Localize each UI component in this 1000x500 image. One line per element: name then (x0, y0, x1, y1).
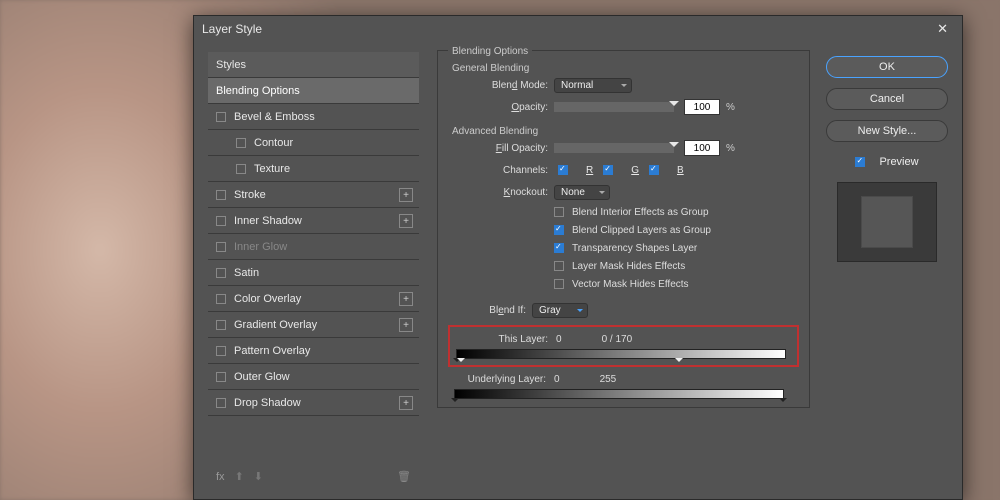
blend-if-this-layer-group: This Layer: 00 / 170 (448, 325, 799, 367)
style-item-gradient-overlay[interactable]: Gradient Overlay + (208, 312, 419, 338)
style-item-outer-glow[interactable]: Outer Glow (208, 364, 419, 390)
under-white-handle[interactable] (779, 398, 787, 406)
preview-swatch (837, 182, 937, 262)
advanced-blending-legend: Advanced Blending (448, 126, 799, 137)
layer-mask-hides-checkbox[interactable] (554, 261, 564, 271)
blend-mode-select[interactable]: Normal (554, 78, 632, 93)
style-item-inner-glow[interactable]: Inner Glow (208, 234, 419, 260)
style-item-texture[interactable]: Texture (208, 156, 419, 182)
style-checkbox[interactable] (236, 164, 246, 174)
style-item-bevel-emboss[interactable]: Bevel & Emboss (208, 104, 419, 130)
preview-checkbox[interactable] (855, 157, 865, 167)
opacity-pct: % (726, 102, 735, 113)
style-checkbox[interactable] (216, 190, 226, 200)
style-item-label: Color Overlay (234, 293, 301, 305)
style-item-label: Contour (254, 137, 293, 149)
style-item-label: Texture (254, 163, 290, 175)
trash-icon[interactable]: 🗑 (397, 470, 411, 483)
style-item-label: Bevel & Emboss (234, 111, 315, 123)
style-checkbox[interactable] (216, 268, 226, 278)
style-item-label: Outer Glow (234, 371, 290, 383)
style-checkbox[interactable] (216, 216, 226, 226)
blend-interior-checkbox[interactable] (554, 207, 564, 217)
vector-mask-hides-checkbox[interactable] (554, 279, 564, 289)
channel-r-checkbox[interactable] (558, 165, 568, 175)
fx-menu-icon[interactable]: fx (216, 471, 225, 483)
titlebar[interactable]: Layer Style ✕ (194, 16, 962, 42)
channel-b-checkbox[interactable] (649, 165, 659, 175)
style-checkbox[interactable] (216, 294, 226, 304)
style-checkbox[interactable] (216, 320, 226, 330)
dialog-buttons: OK Cancel New Style... Preview (822, 42, 962, 499)
style-item-stroke[interactable]: Stroke + (208, 182, 419, 208)
styles-sidebar: Styles Blending Options Bevel & Emboss Cont… (194, 42, 419, 499)
style-checkbox[interactable] (216, 372, 226, 382)
layer-style-dialog: Layer Style ✕ Styles Blending Options Beve… (193, 15, 963, 500)
under-black-handle[interactable] (451, 398, 459, 406)
cancel-button[interactable]: Cancel (826, 88, 948, 110)
style-item-drop-shadow[interactable]: Drop Shadow + (208, 390, 419, 416)
add-effect-icon[interactable]: + (399, 214, 413, 228)
styles-header[interactable]: Styles (208, 52, 419, 78)
style-checkbox[interactable] (236, 138, 246, 148)
style-checkbox[interactable] (216, 398, 226, 408)
style-item-contour[interactable]: Contour (208, 130, 419, 156)
panel-title: Blending Options (448, 46, 532, 57)
fill-opacity-input[interactable]: 100 (684, 140, 720, 156)
arrow-down-icon[interactable]: ⬇ (254, 470, 263, 483)
style-item-label: Inner Glow (234, 241, 287, 253)
add-effect-icon[interactable]: + (399, 292, 413, 306)
style-checkbox[interactable] (216, 112, 226, 122)
style-item-label: Drop Shadow (234, 397, 301, 409)
underlying-gradient[interactable] (454, 389, 784, 399)
opacity-label: Opacity: (448, 102, 548, 113)
knockout-select[interactable]: None (554, 185, 610, 200)
channels-label: Channels: (448, 165, 548, 176)
general-blending-legend: General Blending (448, 63, 799, 74)
channel-g-checkbox[interactable] (603, 165, 613, 175)
style-item-inner-shadow[interactable]: Inner Shadow + (208, 208, 419, 234)
underlying-layer-label: Underlying Layer: (454, 374, 546, 385)
arrow-up-icon[interactable]: ⬆ (235, 470, 244, 483)
add-effect-icon[interactable]: + (399, 396, 413, 410)
blend-mode-label: Blend Mode: (448, 80, 548, 91)
sidebar-footer: fx ⬆ ⬇ 🗑 (208, 464, 419, 489)
style-item-label: Satin (234, 267, 259, 279)
preview-label: Preview (879, 156, 918, 168)
style-item-blending-options[interactable]: Blending Options (208, 78, 419, 104)
add-effect-icon[interactable]: + (399, 188, 413, 202)
style-checkbox[interactable] (216, 346, 226, 356)
add-effect-icon[interactable]: + (399, 318, 413, 332)
style-item-color-overlay[interactable]: Color Overlay + (208, 286, 419, 312)
fill-opacity-slider[interactable] (554, 143, 674, 153)
close-icon[interactable]: ✕ (931, 19, 954, 39)
knockout-label: Knockout: (448, 187, 548, 198)
this-layer-label: This Layer: (456, 334, 548, 345)
style-item-label: Inner Shadow (234, 215, 302, 227)
style-item-label: Blending Options (216, 85, 300, 97)
style-item-label: Gradient Overlay (234, 319, 317, 331)
blend-clipped-checkbox[interactable] (554, 225, 564, 235)
options-panel: Blending Options General Blending Blend … (419, 42, 822, 499)
fill-opacity-label: Fill Opacity: (448, 143, 548, 154)
opacity-slider[interactable] (554, 102, 674, 112)
blend-if-label: Blend If: (448, 305, 526, 316)
style-checkbox[interactable] (216, 242, 226, 252)
this-white-split-left[interactable] (457, 358, 465, 366)
opacity-input[interactable]: 100 (684, 99, 720, 115)
ok-button[interactable]: OK (826, 56, 948, 78)
style-item-pattern-overlay[interactable]: Pattern Overlay (208, 338, 419, 364)
dialog-title: Layer Style (202, 22, 931, 36)
transparency-shapes-checkbox[interactable] (554, 243, 564, 253)
blend-if-select[interactable]: Gray (532, 303, 588, 318)
style-item-label: Stroke (234, 189, 266, 201)
this-white-split-right[interactable] (675, 358, 683, 366)
new-style-button[interactable]: New Style... (826, 120, 948, 142)
this-layer-gradient[interactable] (456, 349, 786, 359)
style-item-satin[interactable]: Satin (208, 260, 419, 286)
style-item-label: Pattern Overlay (234, 345, 310, 357)
